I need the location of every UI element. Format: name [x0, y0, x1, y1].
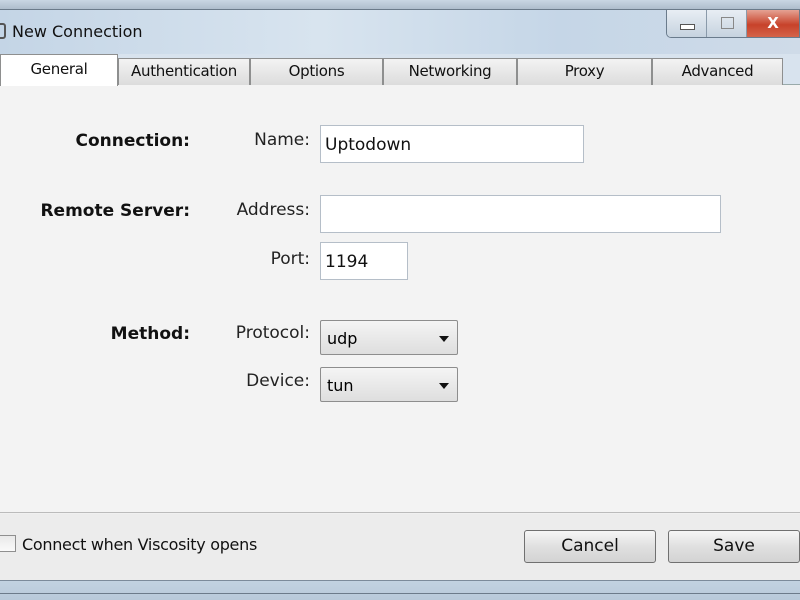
protocol-value: udp — [327, 329, 358, 348]
device-label: Device: — [246, 371, 310, 391]
connect-on-open-checkbox[interactable] — [0, 535, 16, 552]
background-window-strip — [0, 0, 800, 10]
title-bar: New Connection X — [0, 10, 800, 54]
window-title: New Connection — [12, 22, 143, 41]
device-select[interactable]: tun — [320, 367, 458, 402]
close-button[interactable]: X — [747, 10, 799, 37]
connect-on-open-label[interactable]: Connect when Viscosity opens — [22, 535, 257, 554]
tab-general[interactable]: General — [0, 54, 118, 86]
tab-authentication[interactable]: Authentication — [118, 58, 250, 85]
minimize-button[interactable] — [667, 10, 707, 37]
name-input[interactable]: Uptodown — [320, 125, 584, 163]
tab-proxy[interactable]: Proxy — [517, 58, 652, 85]
protocol-select[interactable]: udp — [320, 320, 458, 355]
address-input[interactable] — [320, 195, 721, 233]
footer: Connect when Viscosity opens Cancel Save — [0, 514, 800, 580]
tab-advanced[interactable]: Advanced — [652, 58, 783, 85]
tab-options[interactable]: Options — [250, 58, 383, 85]
save-button[interactable]: Save — [668, 530, 800, 563]
device-value: tun — [327, 376, 354, 395]
name-label: Name: — [254, 130, 310, 150]
chevron-down-icon — [439, 336, 449, 342]
maximize-button[interactable] — [707, 10, 747, 37]
cancel-button[interactable]: Cancel — [524, 530, 656, 563]
window-controls: X — [666, 10, 800, 38]
address-label: Address: — [236, 200, 310, 220]
chevron-down-icon — [439, 383, 449, 389]
general-panel: Connection: Name: Uptodown Remote Server… — [0, 85, 800, 513]
port-input[interactable]: 1194 — [320, 242, 408, 280]
app-icon — [0, 23, 6, 39]
window-bottom-border — [0, 580, 800, 600]
tab-bar: General Authentication Options Networkin… — [0, 54, 800, 86]
tab-networking[interactable]: Networking — [383, 58, 517, 85]
port-label: Port: — [270, 249, 310, 269]
protocol-label: Protocol: — [235, 323, 310, 343]
